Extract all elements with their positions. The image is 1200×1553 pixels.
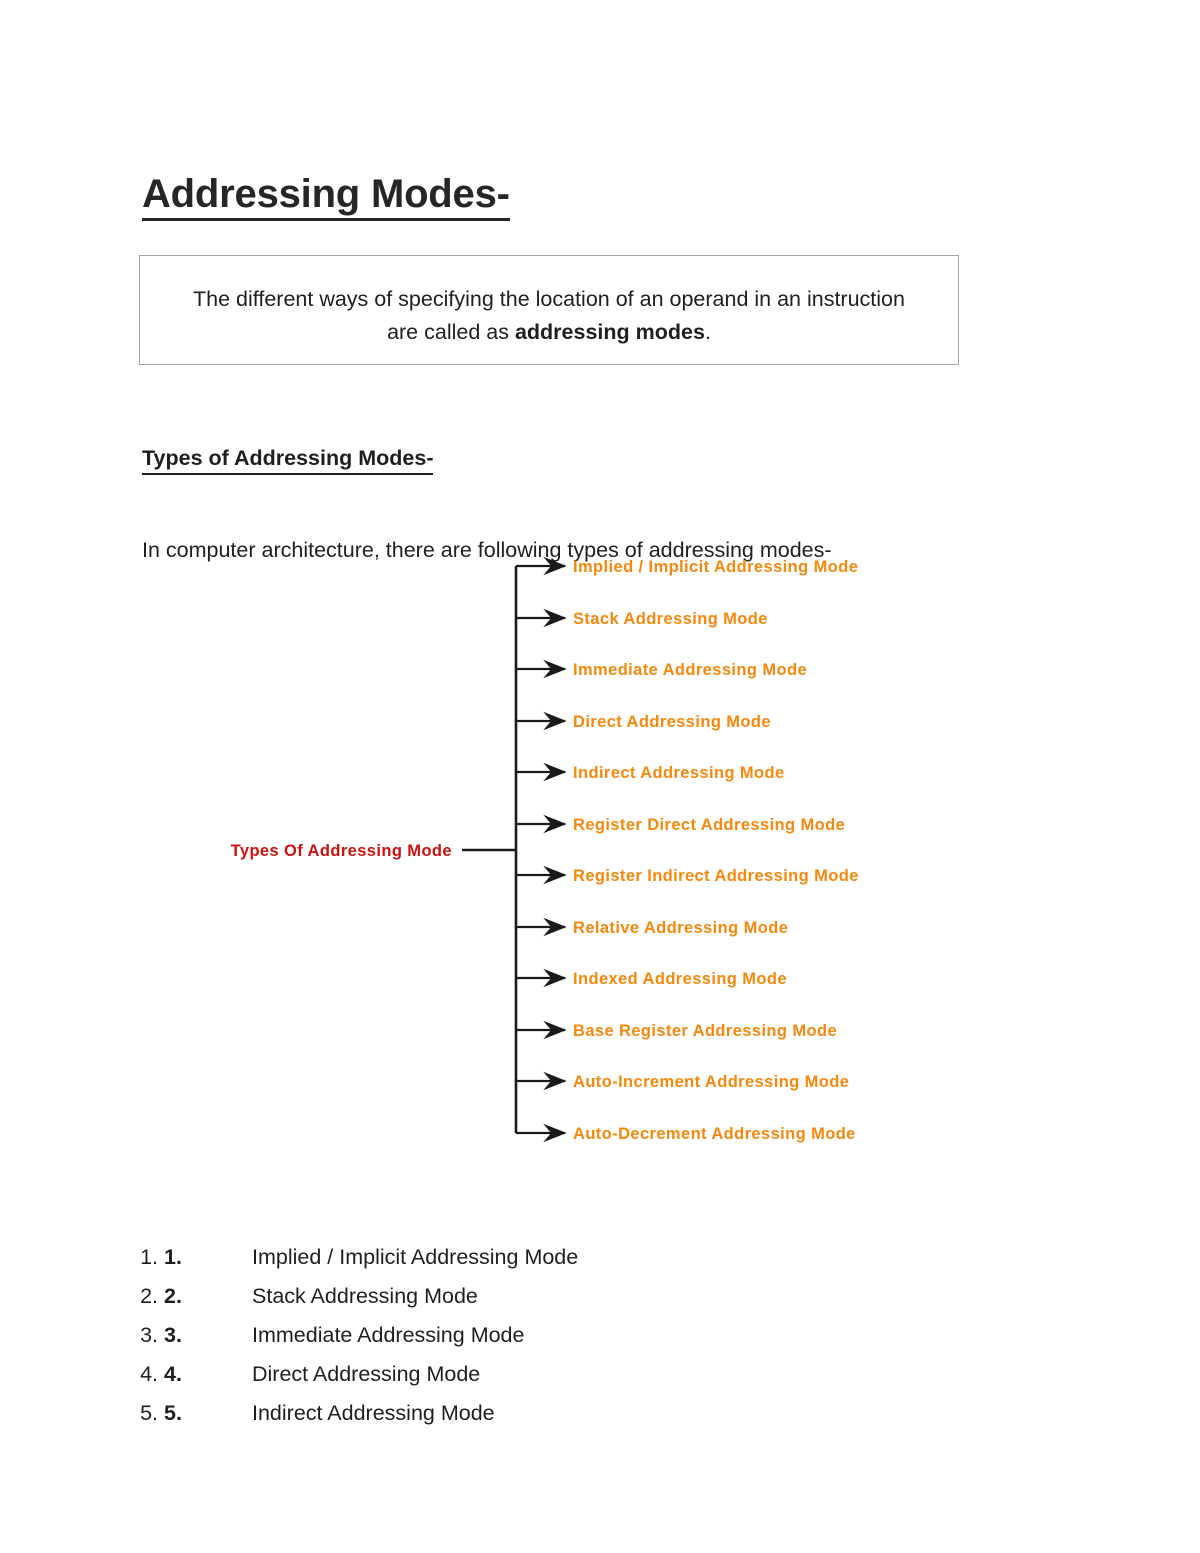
- tree-branch-label: Register Direct Addressing Mode: [573, 816, 845, 834]
- definition-emphasis-text: addressing modes: [514, 320, 705, 345]
- addressing-modes-numbered-list: 1. Implied / Implicit Addressing Mode 2. St…: [124, 1238, 864, 1433]
- tree-branch-label: Base Register Addressing Mode: [573, 1022, 837, 1040]
- definition-callout-text: The different ways of specifying the loc…: [180, 283, 918, 350]
- list-item-label: Direct Addressing Mode: [252, 1362, 481, 1386]
- tree-branch-label: Stack Addressing Mode: [573, 610, 768, 628]
- tree-branch-label: Auto-Decrement Addressing Mode: [573, 1125, 856, 1143]
- list-item-number: 1.: [164, 1245, 182, 1269]
- tree-branch-label: Auto-Increment Addressing Mode: [573, 1073, 849, 1091]
- list-item-label: Implied / Implicit Addressing Mode: [252, 1245, 579, 1269]
- tree-branch-label: Register Indirect Addressing Mode: [573, 867, 859, 885]
- tree-branch-label: Relative Addressing Mode: [573, 919, 788, 937]
- definition-callout-box: The different ways of specifying the loc…: [139, 255, 959, 365]
- tree-root-label: Types Of Addressing Mode: [231, 842, 452, 860]
- tree-diagram-svg: Types Of Addressing Mode Implied / Implic…: [231, 556, 859, 1143]
- list-item: 3. Immediate Addressing Mode: [164, 1316, 864, 1355]
- list-item-label: Indirect Addressing Mode: [252, 1401, 495, 1425]
- tree-branch-label: Direct Addressing Mode: [573, 713, 771, 731]
- list-item: 1. Implied / Implicit Addressing Mode: [164, 1238, 864, 1277]
- page-title: Addressing Modes-: [142, 172, 510, 221]
- tree-branch-label: Implied / Implicit Addressing Mode: [573, 558, 858, 576]
- tree-node-labels: Types Of Addressing Mode Implied / Implic…: [231, 558, 859, 1143]
- list-item: 5. Indirect Addressing Mode: [164, 1394, 864, 1433]
- section-heading-types: Types of Addressing Modes-: [142, 446, 434, 475]
- list-item-number: 5.: [164, 1401, 182, 1425]
- list-item-number: 3.: [164, 1323, 182, 1347]
- tree-branch-label: Indirect Addressing Mode: [573, 764, 785, 782]
- list-item: 2. Stack Addressing Mode: [164, 1277, 864, 1316]
- list-item-number: 2.: [164, 1284, 182, 1308]
- list-item-label: Stack Addressing Mode: [252, 1284, 478, 1308]
- tree-connector-lines: [462, 556, 567, 1143]
- list-item-label: Immediate Addressing Mode: [252, 1323, 525, 1347]
- list-item: 4. Direct Addressing Mode: [164, 1355, 864, 1394]
- definition-trail-text: .: [704, 320, 711, 345]
- tree-branch-label: Immediate Addressing Mode: [573, 661, 807, 679]
- document-page: Addressing Modes- The different ways of …: [0, 0, 1200, 1553]
- tree-branch-label: Indexed Addressing Mode: [573, 970, 787, 988]
- addressing-modes-tree-diagram: Types Of Addressing Mode Implied / Implic…: [140, 545, 980, 1160]
- list-item-number: 4.: [164, 1362, 182, 1386]
